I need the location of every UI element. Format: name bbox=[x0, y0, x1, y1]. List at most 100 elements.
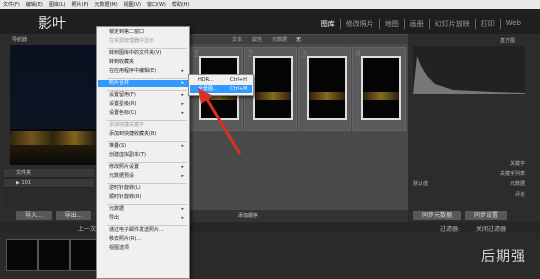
submenu-arrow-icon: ▸ bbox=[181, 173, 184, 179]
context-menu-item-label: 锁定到第二窗口 bbox=[109, 29, 145, 35]
menu-item[interactable]: 窗口(W) bbox=[144, 1, 169, 8]
context-menu-item-label: 视图选项 bbox=[109, 245, 130, 251]
metadata-row[interactable]: 元数据 bbox=[413, 180, 525, 188]
context-menu-item[interactable]: 元数据预设 bbox=[109, 173, 134, 180]
folders-title[interactable]: 文件夹 bbox=[4, 169, 94, 178]
menu-separator bbox=[107, 78, 187, 79]
context-menu-item[interactable]: 移去照片(R)... bbox=[109, 236, 141, 243]
module-tab[interactable]: Web bbox=[499, 19, 526, 29]
context-menu-item-label: 在资源管理器中显示 bbox=[109, 38, 155, 44]
menu-item[interactable]: 元数据(M) bbox=[91, 1, 120, 8]
context-menu-item[interactable]: 添加快捷关键字 bbox=[109, 122, 144, 129]
submenu-arrow-icon: ▸ bbox=[181, 206, 184, 212]
folder-item-label: 101 bbox=[21, 180, 31, 186]
context-menu-item[interactable]: 锁定到第二窗口 bbox=[109, 29, 144, 36]
submenu-item[interactable]: HDR... Ctrl+H bbox=[190, 76, 252, 84]
context-menu-item[interactable]: 在应用程序中编辑(E) bbox=[109, 68, 156, 75]
context-menu-item-label: 添加到快捷收藏夹(B) bbox=[109, 131, 157, 137]
context-menu-item[interactable]: 设置留用(F) bbox=[109, 92, 136, 99]
menu-separator bbox=[107, 48, 187, 49]
module-tab[interactable]: 打印 bbox=[474, 19, 500, 29]
context-menu-item[interactable]: 逆时针旋转(L) bbox=[109, 185, 141, 192]
filter-select[interactable]: 关闭过滤器 bbox=[476, 224, 506, 233]
context-menu-item-label: 设置留用(F) bbox=[109, 92, 136, 98]
submenu-arrow-icon: ▸ bbox=[181, 68, 184, 74]
filmstrip-bar: 上一次导入 过滤器: 关闭过滤器 bbox=[0, 222, 540, 233]
filter-text[interactable]: 文本 bbox=[232, 36, 242, 43]
keyword-list-row[interactable]: 关键字列表 bbox=[413, 170, 525, 178]
context-menu-item[interactable]: 转到图库中的文件夹(V) bbox=[109, 50, 161, 57]
module-tab[interactable]: 修改照片 bbox=[339, 19, 379, 29]
histogram-title[interactable]: 直方图 bbox=[500, 37, 515, 44]
context-menu-item-label: 导出 bbox=[109, 215, 120, 221]
export-button[interactable]: 导出... bbox=[55, 211, 92, 220]
filmstrip-thumbnail[interactable] bbox=[38, 239, 70, 271]
context-menu-item[interactable]: 在资源管理器中显示 bbox=[109, 38, 154, 45]
menu-separator bbox=[107, 162, 187, 163]
photo-thumbnail[interactable] bbox=[361, 56, 401, 120]
context-menu-item[interactable]: 视图选项 bbox=[109, 245, 129, 252]
context-menu-item[interactable]: 修改照片设置 bbox=[109, 164, 139, 171]
context-menu-item[interactable]: 设置色标(C) bbox=[109, 110, 136, 117]
submenu-arrow-icon: ▸ bbox=[181, 164, 184, 170]
import-button[interactable]: 导入... bbox=[16, 211, 52, 220]
grid-toolbar: 添加顺序 bbox=[188, 210, 408, 222]
photo-thumbnail[interactable] bbox=[253, 56, 293, 120]
left-buttons: 导入... 导出... bbox=[16, 211, 92, 220]
photo-thumbnail[interactable] bbox=[307, 56, 347, 120]
comments-row[interactable]: 评论 bbox=[413, 191, 525, 199]
sync-metadata-button[interactable]: 同步元数据 bbox=[413, 211, 462, 220]
grid-cell[interactable]: 4 bbox=[352, 47, 406, 131]
menu-item[interactable]: 视图(V) bbox=[121, 1, 144, 8]
folder-item[interactable]: ▶ 101 bbox=[4, 179, 94, 188]
context-menu-item-label: 顺时针旋转(R) bbox=[109, 194, 142, 200]
menu-item[interactable]: 照片(P) bbox=[69, 1, 92, 8]
menu-separator bbox=[107, 120, 187, 121]
filter-none[interactable]: 无 bbox=[296, 36, 301, 43]
context-menu-item[interactable]: 导出 bbox=[109, 215, 119, 222]
submenu-item-shortcut: Ctrl+H bbox=[230, 77, 247, 83]
filter-attribute[interactable]: 属性 bbox=[252, 36, 262, 43]
context-menu-item[interactable]: 堆叠(S) bbox=[109, 143, 126, 150]
context-menu-item-label: 设置星级(R) bbox=[109, 101, 137, 107]
module-tab[interactable]: 地图 bbox=[378, 19, 404, 29]
sort-label[interactable]: 添加顺序 bbox=[238, 212, 258, 219]
right-buttons: 同步元数据 同步设置 bbox=[413, 211, 508, 220]
app-logo: 影叶 bbox=[38, 16, 66, 32]
context-menu-item-label: 创建虚拟副本(T) bbox=[109, 152, 146, 158]
context-menu-item[interactable]: 转到收藏夹 bbox=[109, 59, 134, 66]
menu-item[interactable]: 帮助(H) bbox=[169, 1, 193, 8]
grid-cell[interactable]: 3 bbox=[298, 47, 351, 131]
context-menu-item[interactable]: 顺时针旋转(R) bbox=[109, 194, 141, 201]
context-menu-item-label: 在应用程序中编辑(E) bbox=[109, 68, 157, 74]
folders-panel: 文件夹 ▶ 101 bbox=[4, 168, 94, 208]
menu-item[interactable]: 文件(F) bbox=[0, 1, 23, 8]
filter-metadata[interactable]: 元数据 bbox=[272, 36, 287, 43]
menu-separator bbox=[107, 141, 187, 142]
context-menu-item[interactable]: 照片合并 bbox=[98, 80, 191, 87]
sync-settings-button[interactable]: 同步设置 bbox=[465, 211, 508, 220]
context-menu-item-label: 通过电子邮件发送照片... bbox=[109, 227, 164, 233]
module-tab[interactable]: 图库 bbox=[316, 19, 340, 29]
context-menu-item[interactable]: 元数据 bbox=[109, 206, 124, 213]
navigator-preview[interactable] bbox=[10, 45, 96, 165]
submenu-arrow-icon: ▸ bbox=[181, 110, 184, 116]
module-tab[interactable]: 幻灯片放映 bbox=[428, 19, 475, 29]
context-menu-item[interactable]: 创建虚拟副本(T) bbox=[109, 152, 146, 159]
context-menu-item[interactable]: 设置星级(R) bbox=[109, 101, 136, 108]
menu-item[interactable]: 图库(L) bbox=[46, 1, 69, 8]
filmstrip-thumbnail[interactable] bbox=[6, 239, 38, 271]
context-menu-item[interactable]: 通过电子邮件发送照片... bbox=[109, 227, 164, 234]
context-menu-item-label: 转到收藏夹 bbox=[109, 59, 135, 65]
histogram-graph bbox=[413, 56, 525, 94]
metadata-preset[interactable]: 默认值 bbox=[413, 180, 428, 187]
module-tab[interactable]: 画册 bbox=[403, 19, 429, 29]
menu-bar: 文件(F) 编辑(E) 图库(L) 照片(P) 元数据(M) 视图(V) 窗口(W) 帮助(H… bbox=[0, 0, 540, 9]
keywords-row[interactable]: 关键字 bbox=[413, 160, 525, 168]
context-menu-item[interactable]: 添加到快捷收藏夹(B) bbox=[109, 131, 156, 138]
context-menu-item-label: 元数据 bbox=[109, 206, 125, 212]
module-picker: 图库 修改照片 地图 画册 幻灯片放映 打印 Web bbox=[316, 19, 526, 29]
navigator-title[interactable]: 导航器 bbox=[12, 36, 27, 43]
context-menu-item-label: 移去照片(R)... bbox=[109, 236, 142, 242]
menu-item[interactable]: 编辑(E) bbox=[23, 1, 46, 8]
